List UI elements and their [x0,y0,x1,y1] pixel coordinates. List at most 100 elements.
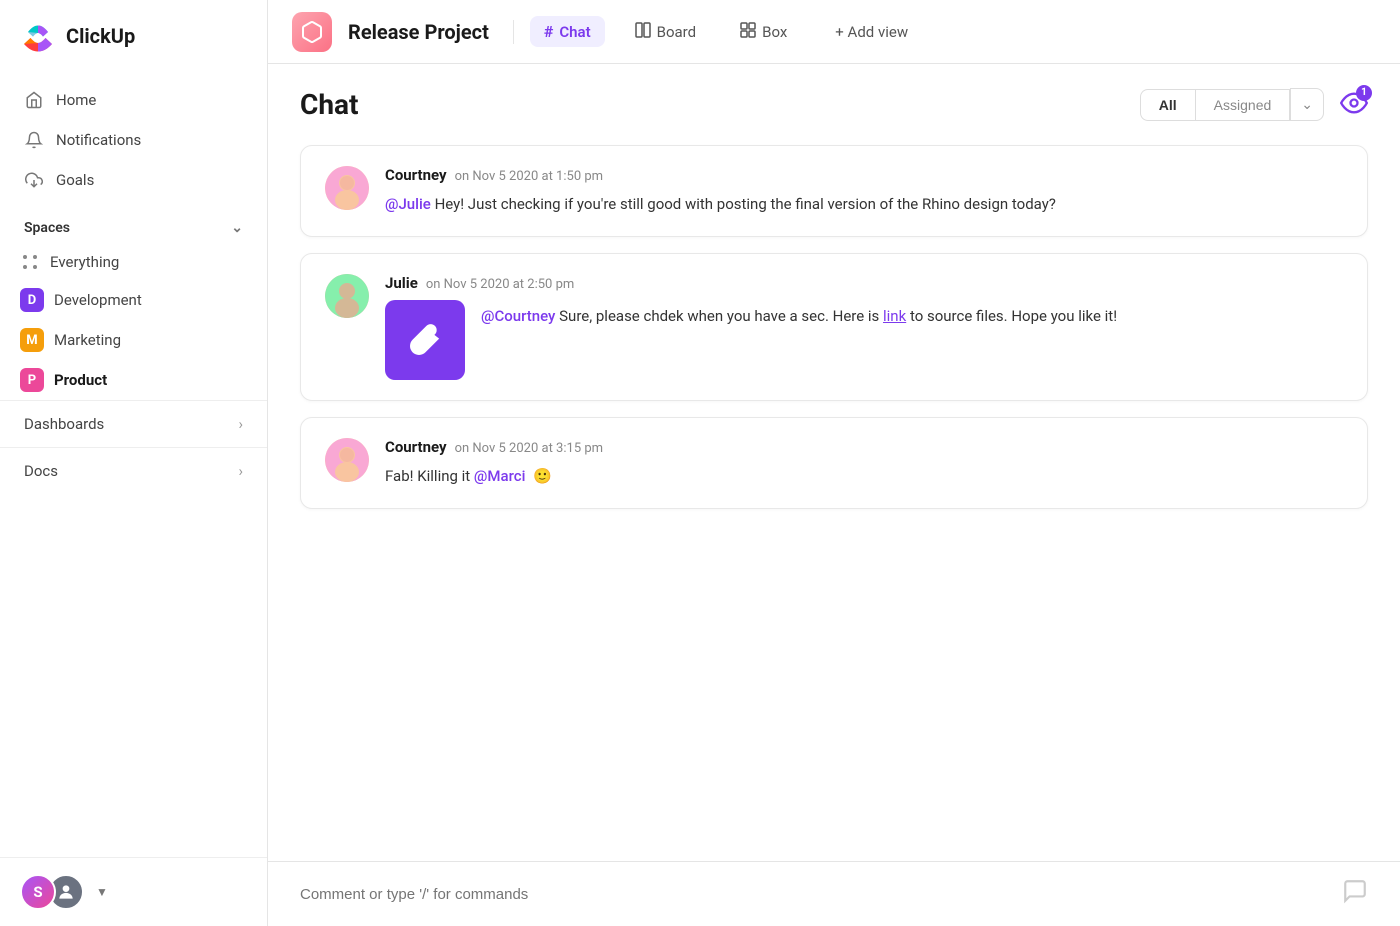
tab-box[interactable]: Box [726,16,801,48]
topbar-divider [513,20,514,44]
message-3-text: Fab! Killing it @Marci 🙂 [385,464,1343,488]
message-2-attachment-row: @Courtney Sure, please chdek when you ha… [385,300,1343,380]
comment-bar [268,861,1400,926]
comment-input[interactable] [300,886,1342,903]
tab-board[interactable]: Board [621,16,710,48]
topbar: Release Project # Chat Board Box + Add v… [268,0,1400,64]
message-1-author: Courtney [385,166,447,184]
chat-title: Chat [300,88,358,121]
trophy-icon [24,170,44,190]
clickup-logo-icon [20,18,56,54]
message-2-text: @Courtney Sure, please chdek when you ha… [481,300,1117,328]
courtney-avatar-2 [325,438,369,482]
spaces-list: Everything D Development M Marketing P P… [0,244,267,400]
message-2-meta: Julie on Nov 5 2020 at 2:50 pm [385,274,1343,292]
message-1-body: Courtney on Nov 5 2020 at 1:50 pm @Julie… [385,166,1343,216]
courtney-avatar-1 [325,166,369,210]
paperclip-icon [407,322,443,358]
message-3-meta: Courtney on Nov 5 2020 at 3:15 pm [385,438,1343,456]
docs-label: Docs [24,462,58,480]
message-2: Julie on Nov 5 2020 at 2:50 pm @Courtney… [300,253,1368,401]
product-badge: P [20,368,44,392]
sidebar-item-product[interactable]: P Product [0,360,267,400]
sidebar-item-notifications[interactable]: Notifications [12,120,255,160]
message-2-author: Julie [385,274,418,292]
app-name: ClickUp [66,24,135,48]
tab-board-label: Board [657,23,696,41]
tab-chat[interactable]: # Chat [530,16,605,47]
sidebar-item-home-label: Home [56,91,96,109]
message-1: Courtney on Nov 5 2020 at 1:50 pm @Julie… [300,145,1368,237]
sidebar-item-goals[interactable]: Goals [12,160,255,200]
sidebar-item-home[interactable]: Home [12,80,255,120]
courtney-avatar-img-2 [325,438,369,482]
message-1-text: @Julie Hey! Just checking if you're stil… [385,192,1343,216]
sidebar-item-docs[interactable]: Docs › [0,447,267,494]
sidebar-item-marketing[interactable]: M Marketing [0,320,267,360]
message-2-mention: @Courtney [481,307,555,325]
sidebar-item-everything-label: Everything [50,253,119,271]
julie-avatar-img [325,274,369,318]
spaces-header: Spaces ⌄ [0,208,267,244]
project-icon [292,12,332,52]
dashboards-chevron-icon: › [238,415,243,433]
message-1-body-text: Hey! Just checking if you're still good … [435,195,1056,213]
message-3-body: Courtney on Nov 5 2020 at 3:15 pm Fab! K… [385,438,1343,488]
message-3-emoji: 🙂 [533,467,552,485]
message-1-time: on Nov 5 2020 at 1:50 pm [455,169,603,184]
watch-button[interactable]: 1 [1340,89,1368,121]
message-3-time: on Nov 5 2020 at 3:15 pm [455,441,603,456]
chat-hash-icon: # [544,22,553,41]
message-2-time: on Nov 5 2020 at 2:50 pm [426,277,574,292]
filter-all-button[interactable]: All [1140,89,1195,121]
filter-dropdown-button[interactable]: ⌄ [1290,88,1324,121]
watch-badge: 1 [1356,85,1372,101]
add-view-label: + Add view [835,23,908,41]
message-3-author: Courtney [385,438,447,456]
main-content: Release Project # Chat Board Box + Add v… [268,0,1400,926]
box-icon [740,22,756,42]
filter-assigned-button[interactable]: Assigned [1195,89,1291,121]
chat-bubble-icon [1342,878,1368,910]
sidebar-item-product-label: Product [54,371,107,389]
sidebar-item-everything[interactable]: Everything [0,244,267,280]
tab-chat-label: Chat [559,23,590,41]
development-badge: D [20,288,44,312]
user-avatars[interactable]: S [20,874,84,910]
sidebar-item-development-label: Development [54,291,142,309]
tab-box-label: Box [762,23,787,41]
message-2-link[interactable]: link [883,307,906,325]
marketing-badge: M [20,328,44,352]
sidebar-item-dashboards[interactable]: Dashboards › [0,400,267,447]
message-3-mention: @Marci [474,467,525,485]
message-2-text-after-link: to source files. Hope you like it! [910,307,1117,325]
project-title: Release Project [348,20,489,44]
logo-area: ClickUp [0,0,267,72]
chat-header: Chat All Assigned ⌄ 1 [300,88,1368,121]
everything-icon [20,252,40,272]
sidebar-item-development[interactable]: D Development [0,280,267,320]
message-1-mention: @Julie [385,195,431,213]
board-icon [635,22,651,42]
current-user-avatar: S [20,874,56,910]
dashboards-label: Dashboards [24,415,104,433]
message-1-meta: Courtney on Nov 5 2020 at 1:50 pm [385,166,1343,184]
message-3-prefix-text: Fab! Killing it [385,467,474,485]
message-2-body: Julie on Nov 5 2020 at 2:50 pm @Courtney… [385,274,1343,380]
message-3: Courtney on Nov 5 2020 at 3:15 pm Fab! K… [300,417,1368,509]
attachment-thumbnail[interactable] [385,300,465,380]
main-nav: Home Notifications Goals [0,72,267,208]
julie-avatar [325,274,369,318]
courtney-avatar-img-1 [325,166,369,210]
user-dropdown-arrow[interactable]: ▼ [96,885,108,899]
home-icon [24,90,44,110]
sidebar-bottom: S ▼ [0,857,267,926]
add-view-button[interactable]: + Add view [821,17,922,47]
bell-icon [24,130,44,150]
spaces-label: Spaces [24,220,70,236]
docs-chevron-icon: › [238,462,243,480]
message-2-body-text: Sure, please chdek when you have a sec. … [559,307,883,325]
spaces-chevron-icon[interactable]: ⌄ [231,220,243,236]
chat-area: Chat All Assigned ⌄ 1 [268,64,1400,861]
sidebar-item-goals-label: Goals [56,171,94,189]
